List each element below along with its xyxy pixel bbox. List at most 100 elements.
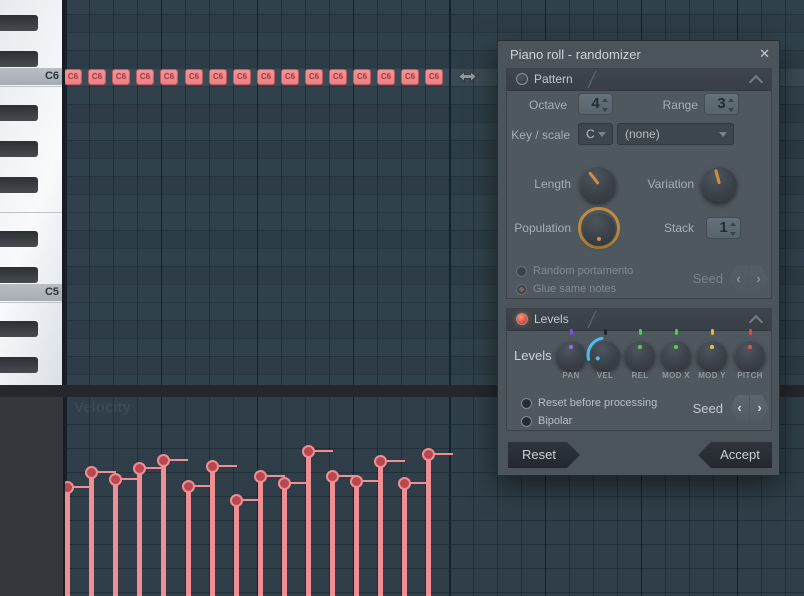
velocity-bar[interactable]	[330, 476, 335, 596]
variation-knob[interactable]	[701, 166, 737, 202]
black-key[interactable]	[0, 141, 38, 157]
velocity-bar-handle[interactable]	[254, 470, 267, 483]
close-icon[interactable]: ✕	[759, 46, 770, 62]
velocity-bar-handle[interactable]	[230, 494, 243, 507]
glue-same-notes-radio[interactable]	[516, 284, 527, 295]
note[interactable]: C6	[425, 69, 443, 85]
note[interactable]: C6	[353, 69, 371, 85]
mod-x-knob[interactable]	[661, 340, 691, 370]
note[interactable]: C6	[65, 69, 82, 85]
stack-spinner-arrows-icon[interactable]	[730, 222, 737, 236]
black-key[interactable]	[0, 231, 38, 247]
note[interactable]: C6	[305, 69, 323, 85]
velocity-bar[interactable]	[282, 483, 287, 596]
reset-before-processing-radio[interactable]	[521, 398, 532, 409]
scale-dropdown[interactable]: (none)	[617, 123, 734, 145]
note[interactable]: C6	[401, 69, 419, 85]
note[interactable]: C6	[209, 69, 227, 85]
levels-enable-led[interactable]	[516, 313, 528, 325]
black-key[interactable]	[0, 51, 38, 67]
octave-label: Octave	[528, 98, 567, 112]
velocity-bar[interactable]	[306, 451, 311, 596]
velocity-bar-handle[interactable]	[109, 473, 122, 486]
black-key[interactable]	[0, 15, 38, 31]
velocity-bar[interactable]	[89, 472, 94, 596]
velocity-bar-handle[interactable]	[206, 460, 219, 473]
c-key[interactable]: C5	[0, 284, 63, 301]
population-knob[interactable]	[583, 212, 615, 244]
reset-button[interactable]: Reset	[508, 442, 580, 468]
range-spinner-arrows-icon[interactable]	[728, 98, 735, 112]
pattern-enable-led[interactable]	[516, 73, 528, 85]
bipolar-radio[interactable]	[521, 416, 532, 427]
levels-seed-prev-button[interactable]: ‹	[730, 395, 749, 421]
note[interactable]: C6	[281, 69, 299, 85]
grid-vline	[377, 0, 378, 385]
velocity-bar-handle[interactable]	[326, 470, 339, 483]
note[interactable]: C6	[185, 69, 203, 85]
range-spinner[interactable]: 3	[704, 93, 739, 115]
pattern-collapse-chevron-icon[interactable]	[748, 74, 764, 90]
velocity-bar[interactable]	[65, 487, 70, 596]
note[interactable]: C6	[377, 69, 395, 85]
note[interactable]: C6	[160, 69, 178, 85]
levels-collapse-chevron-icon[interactable]	[748, 314, 764, 330]
black-key[interactable]	[0, 267, 38, 283]
black-key[interactable]	[0, 177, 38, 193]
velocity-bar-handle[interactable]	[157, 454, 170, 467]
velocity-bar-handle[interactable]	[374, 455, 387, 468]
pattern-section: Pattern Octave 4 Range 3 Key / scale C (…	[506, 68, 772, 299]
velocity-bar-tail	[167, 459, 188, 461]
black-key[interactable]	[0, 321, 38, 337]
black-key[interactable]	[0, 105, 38, 121]
levels-seed-next-button[interactable]: ›	[750, 395, 769, 421]
velocity-bar[interactable]	[354, 481, 359, 596]
c-key[interactable]: C6	[0, 68, 63, 85]
velocity-bar-handle[interactable]	[302, 445, 315, 458]
white-key-separator	[0, 302, 63, 303]
note[interactable]: C6	[257, 69, 275, 85]
velocity-bar[interactable]	[161, 460, 166, 596]
velocity-bar[interactable]	[210, 466, 215, 596]
velocity-bar[interactable]	[137, 468, 142, 596]
rel-knob[interactable]	[625, 340, 655, 370]
velocity-bar-handle[interactable]	[182, 480, 195, 493]
octave-spinner[interactable]: 4	[578, 93, 613, 115]
grid-vline	[65, 0, 67, 385]
pitch-knob[interactable]	[735, 340, 765, 370]
piano-keyboard[interactable]: C6 C5	[0, 0, 64, 385]
velocity-bar[interactable]	[402, 483, 407, 596]
velocity-bar[interactable]	[113, 479, 118, 596]
velocity-bar[interactable]	[258, 476, 263, 596]
pan-knob[interactable]	[556, 340, 586, 370]
key-dropdown[interactable]: C	[578, 123, 613, 145]
velocity-bar[interactable]	[234, 500, 239, 596]
grid-vline	[209, 0, 210, 385]
note[interactable]: C6	[88, 69, 106, 85]
random-portamento-radio[interactable]	[516, 266, 527, 277]
velocity-bar-handle[interactable]	[278, 477, 291, 490]
note[interactable]: C6	[329, 69, 347, 85]
velocity-bar[interactable]	[378, 461, 383, 596]
note[interactable]: C6	[136, 69, 154, 85]
velocity-bar-handle[interactable]	[133, 462, 146, 475]
control-target-selector[interactable]: Control	[0, 397, 63, 596]
velocity-bar-handle[interactable]	[65, 481, 74, 494]
pattern-seed-next-button[interactable]: ›	[749, 266, 768, 292]
octave-spinner-arrows-icon[interactable]	[602, 98, 609, 112]
velocity-bar-handle[interactable]	[422, 448, 435, 461]
rel-knob-dot	[638, 345, 642, 349]
mod-y-knob[interactable]	[697, 340, 727, 370]
velocity-bar-handle[interactable]	[398, 477, 411, 490]
velocity-bar[interactable]	[426, 454, 431, 596]
velocity-bar-handle[interactable]	[85, 466, 98, 479]
note[interactable]: C6	[112, 69, 130, 85]
black-key[interactable]	[0, 357, 38, 373]
pattern-seed-prev-button[interactable]: ‹	[729, 266, 748, 292]
velocity-bar[interactable]	[186, 486, 191, 596]
velocity-bar-handle[interactable]	[350, 475, 363, 488]
length-knob[interactable]	[580, 166, 616, 202]
accept-button[interactable]: Accept	[698, 442, 772, 468]
note[interactable]: C6	[233, 69, 251, 85]
stack-spinner[interactable]: 1	[706, 217, 741, 239]
